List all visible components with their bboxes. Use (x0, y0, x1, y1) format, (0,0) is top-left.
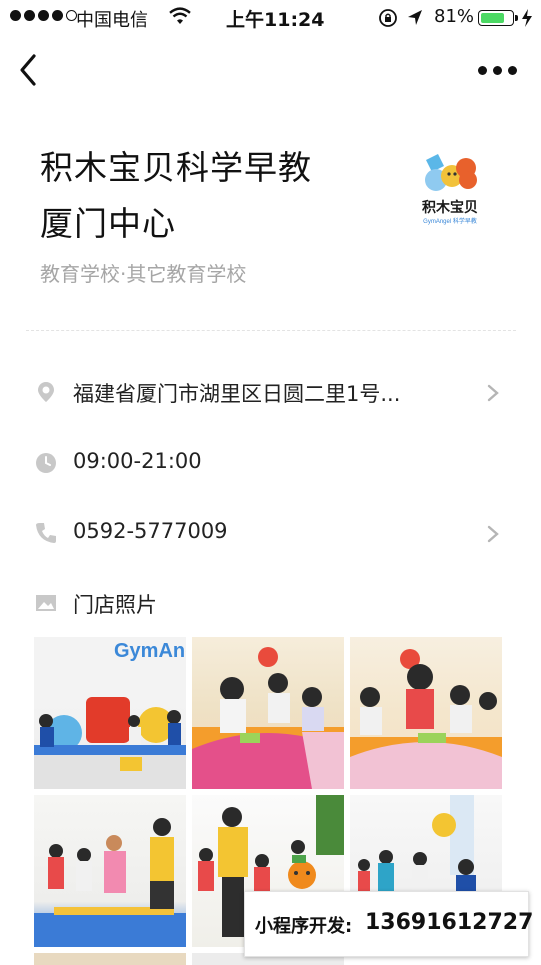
store-title-line1: 积木宝贝科学早教 (40, 148, 312, 187)
store-photo[interactable]: GymAng (34, 637, 186, 789)
battery-icon (478, 10, 518, 26)
store-photo[interactable] (192, 637, 344, 789)
rotation-lock-icon (379, 9, 397, 27)
image-icon (36, 595, 56, 611)
address-text: 福建省厦门市湖里区日圆二里1号... (73, 382, 401, 406)
logo-subtext: GymAngel 科学早教 (423, 217, 477, 225)
logo-text: 积木宝贝 (422, 199, 478, 215)
clock-icon (36, 453, 56, 473)
location-pin-icon (38, 382, 54, 402)
phone-icon (36, 523, 56, 543)
store-photo[interactable] (34, 953, 186, 965)
more-dots-icon (478, 65, 487, 75)
phone-text: 0592-5777009 (73, 519, 228, 543)
chevron-right-icon (487, 384, 499, 402)
photos-label-row: 门店照片 (0, 583, 541, 623)
hours-text: 09:00-21:00 (73, 449, 202, 473)
hours-row: 09:00-21:00 (0, 443, 541, 483)
watermark-label: 小程序开发: (255, 916, 353, 937)
charging-bolt-icon (522, 9, 532, 27)
store-title-line2: 厦门中心 (40, 204, 176, 243)
more-button[interactable] (478, 62, 518, 78)
location-arrow-icon (408, 10, 422, 25)
watermark-number: 13691612727 (365, 910, 534, 935)
store-logo: 积木宝贝 GymAngel 科学早教 (422, 154, 478, 225)
wifi-icon (169, 7, 191, 24)
back-button[interactable] (14, 52, 44, 88)
carrier-name: 中国电信 (76, 10, 148, 31)
phone-row[interactable]: 0592-5777009 (0, 513, 541, 553)
clock: 上午11:24 (226, 9, 325, 31)
signal-dots-icon (10, 10, 77, 21)
battery-percent: 81% (434, 6, 475, 27)
divider (26, 330, 516, 331)
developer-watermark: 小程序开发: 13691612727 (244, 891, 533, 957)
store-category: 教育学校·其它教育学校 (40, 262, 247, 286)
chevron-right-icon (487, 525, 499, 543)
store-photo[interactable] (34, 795, 186, 947)
status-bar: 中国电信 上午11:24 81% (0, 0, 541, 36)
store-title: 积木宝贝科学早教 厦门中心 (40, 140, 360, 252)
store-photo[interactable] (350, 637, 502, 789)
gym-brand-text: GymAng (114, 640, 186, 662)
address-row[interactable]: 福建省厦门市湖里区日圆二里1号... (0, 372, 541, 412)
photos-label: 门店照片 (73, 593, 157, 617)
